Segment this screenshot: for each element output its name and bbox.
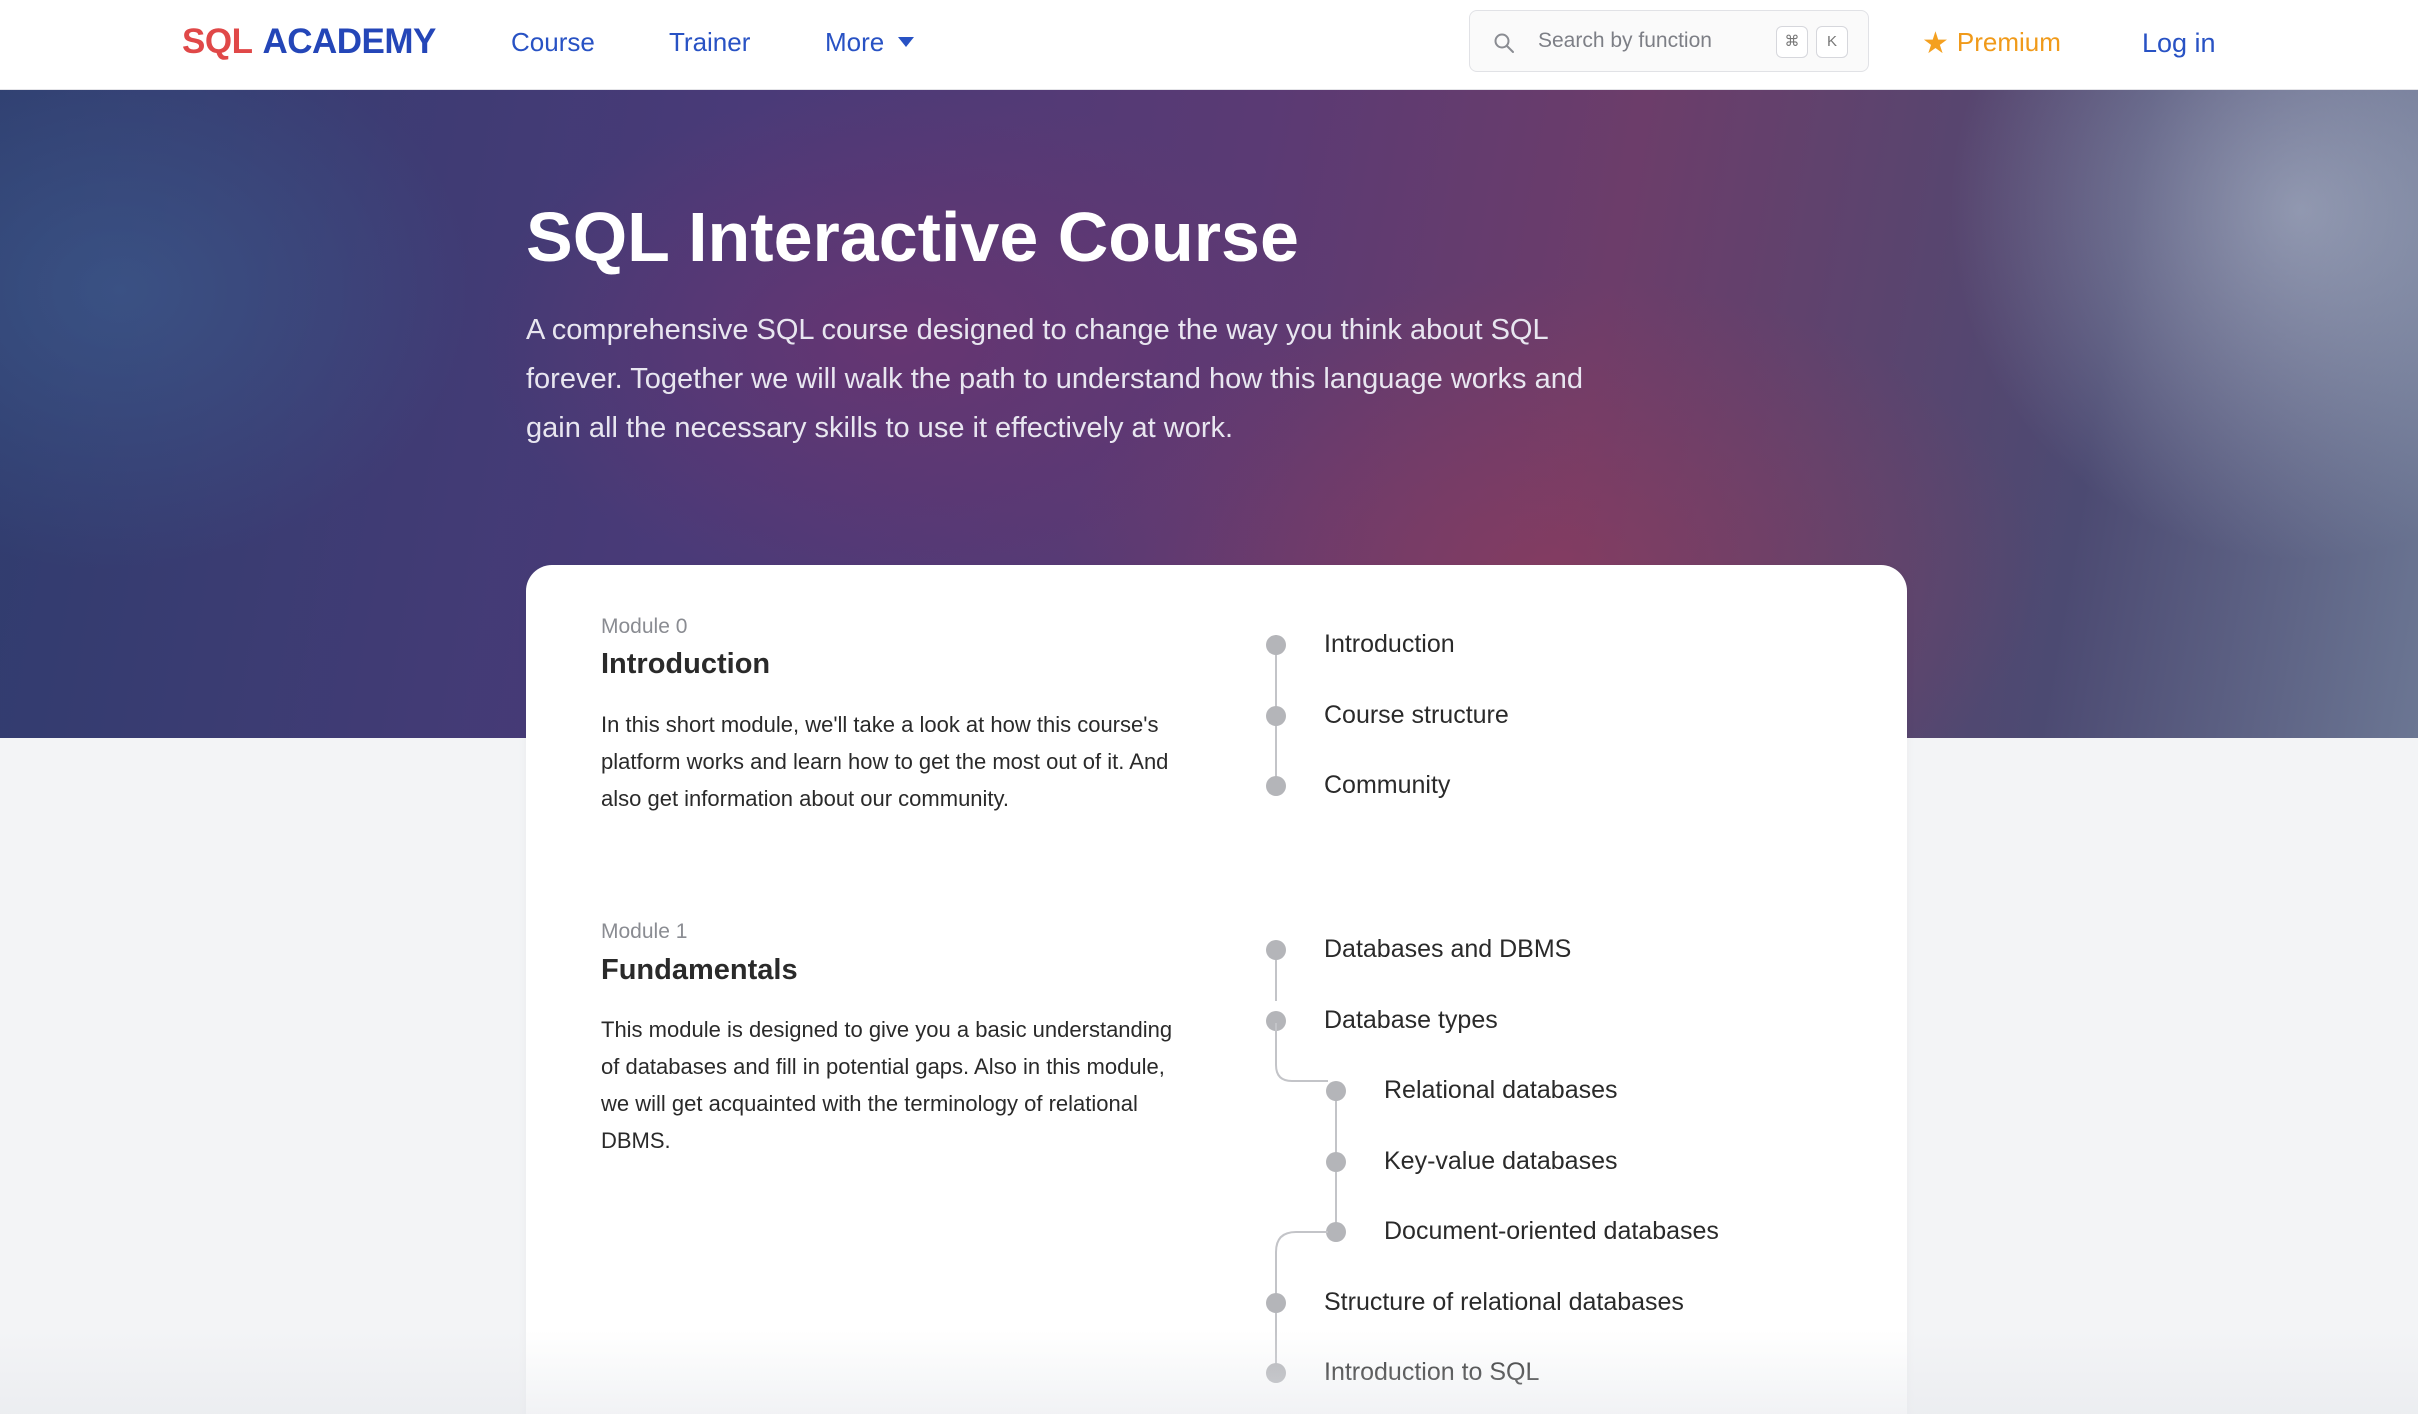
lesson-dot bbox=[1266, 635, 1286, 655]
lesson-introduction[interactable]: Introduction bbox=[1324, 627, 1455, 661]
course-modules-card: Module 0 Introduction In this short modu… bbox=[526, 565, 1907, 1414]
lesson-structure-of-relational-databases[interactable]: Structure of relational databases bbox=[1324, 1285, 1684, 1319]
page-title: SQL Interactive Course bbox=[526, 198, 1299, 276]
module-1-description: This module is designed to give you a ba… bbox=[601, 1017, 1173, 1153]
lesson-community[interactable]: Community bbox=[1324, 768, 1450, 802]
search-box[interactable]: ⌘ K bbox=[1469, 10, 1869, 72]
premium-link[interactable]: ★ Premium bbox=[1922, 22, 2061, 62]
lesson-dot bbox=[1266, 1363, 1286, 1383]
logo-sql-text: SQL bbox=[182, 22, 253, 61]
nav-more-dropdown[interactable]: More bbox=[825, 22, 915, 62]
lesson-dot bbox=[1326, 1152, 1346, 1172]
lesson-database-types[interactable]: Database types bbox=[1324, 1003, 1498, 1037]
top-navigation-bar: SQLACADEMY Course Trainer More ⌘ K ★Prem… bbox=[0, 0, 2418, 90]
premium-label: Premium bbox=[1956, 27, 2061, 57]
nav-link-trainer[interactable]: Trainer bbox=[669, 22, 750, 62]
hero-description: A comprehensive SQL course designed to c… bbox=[526, 314, 1583, 444]
lesson-course-structure[interactable]: Course structure bbox=[1324, 698, 1509, 732]
search-icon bbox=[1494, 33, 1514, 53]
lesson-databases-and-dbms[interactable]: Databases and DBMS bbox=[1324, 932, 1571, 966]
sublesson-relational-databases[interactable]: Relational databases bbox=[1384, 1073, 1618, 1107]
k-key-hint: K bbox=[1816, 26, 1848, 58]
sql-academy-logo[interactable]: SQL ACADEMY bbox=[182, 18, 436, 66]
search-input[interactable] bbox=[1538, 23, 1758, 59]
lesson-dot bbox=[1266, 940, 1286, 960]
tree-branch-out bbox=[1275, 1023, 1328, 1082]
module-0-description: In this short module, we'll take a look … bbox=[601, 712, 1169, 811]
lesson-introduction-to-sql[interactable]: Introduction to SQL bbox=[1324, 1355, 1539, 1389]
nav-more-label: More bbox=[825, 27, 885, 57]
logo-academy-text: ACADEMY bbox=[262, 22, 436, 61]
lesson-tree: Introduction Course structure Community … bbox=[526, 565, 1907, 1414]
module-0-title[interactable]: Introduction bbox=[601, 648, 770, 681]
lesson-dot bbox=[1266, 1293, 1286, 1313]
command-key-hint: ⌘ bbox=[1776, 26, 1808, 58]
module-1-label: Module 1 bbox=[601, 920, 688, 943]
chevron-down-icon bbox=[898, 37, 915, 48]
module-1-title[interactable]: Fundamentals bbox=[601, 954, 798, 987]
login-link[interactable]: Log in bbox=[2142, 22, 2216, 64]
lesson-dot bbox=[1266, 776, 1286, 796]
lesson-dot bbox=[1326, 1081, 1346, 1101]
sublesson-document-oriented-databases[interactable]: Document-oriented databases bbox=[1384, 1214, 1719, 1248]
star-icon: ★ bbox=[1922, 27, 1949, 60]
sublesson-key-value-databases[interactable]: Key-value databases bbox=[1384, 1144, 1617, 1178]
nav-link-course[interactable]: Course bbox=[511, 22, 595, 62]
lesson-dot bbox=[1266, 706, 1286, 726]
module-0-label: Module 0 bbox=[601, 615, 688, 638]
